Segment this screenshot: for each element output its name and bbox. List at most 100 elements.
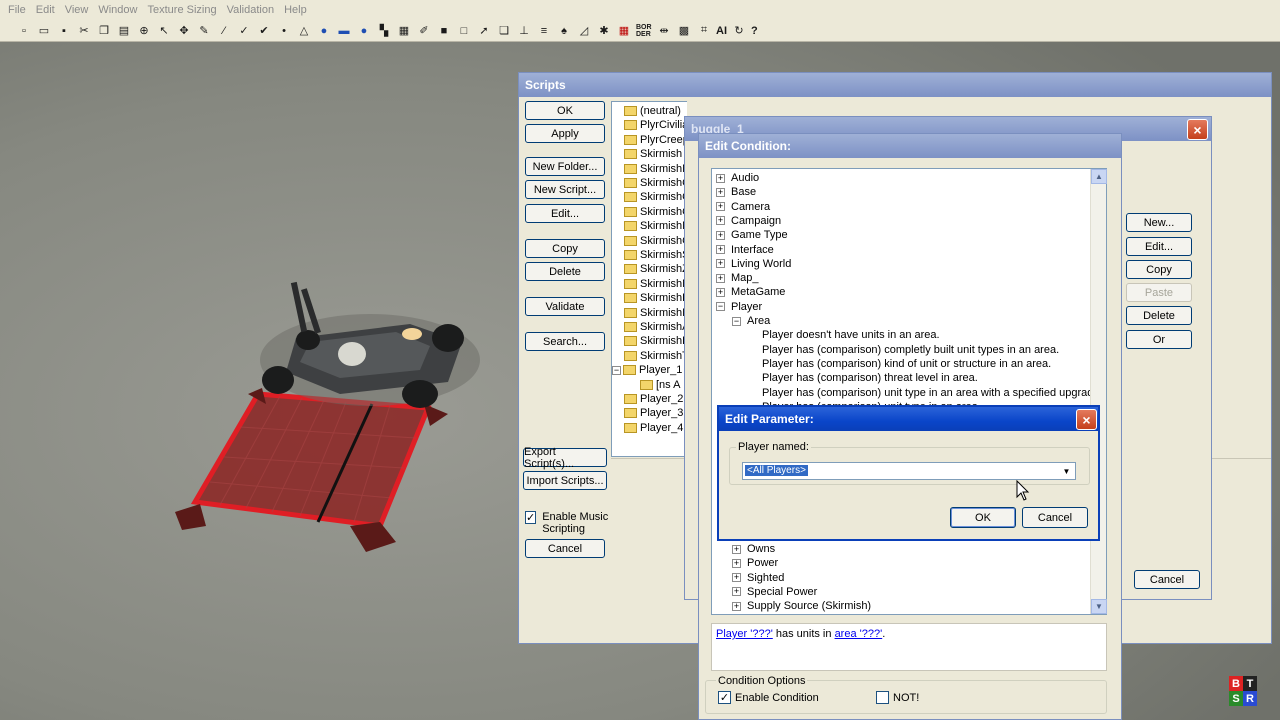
condition-item[interactable]: Player has (comparison) completly built … — [762, 343, 1059, 357]
folder-item[interactable]: Skirmish — [624, 147, 682, 161]
bridge-icon[interactable]: ▩ — [676, 23, 692, 39]
outline-icon[interactable]: □ — [456, 23, 472, 39]
new-icon[interactable]: ▫ — [16, 23, 32, 39]
menu-validation[interactable]: Validation — [227, 4, 275, 16]
scripts-cancel-button[interactable]: Cancel — [525, 539, 605, 558]
expand-icon[interactable]: + — [716, 273, 725, 283]
pages-icon[interactable]: ❏ — [496, 23, 512, 39]
condition-item[interactable]: Player doesn't have units in an area. — [762, 328, 940, 342]
tree-item[interactable]: + Power — [732, 556, 778, 570]
tree-item[interactable]: + Game Type — [716, 228, 788, 242]
tree-item[interactable]: + MetaGame — [716, 285, 785, 299]
folder-item[interactable]: PlyrCivilia — [624, 118, 687, 132]
ok-button[interactable]: OK — [525, 101, 605, 120]
folder-item[interactable]: SkirmishS — [624, 248, 687, 262]
star-icon[interactable]: ✱ — [596, 23, 612, 39]
folder-item[interactable]: SkirmishN — [624, 277, 687, 291]
collapse-icon[interactable]: − — [612, 365, 621, 375]
expand-icon[interactable]: + — [732, 587, 741, 597]
script-folder-tree[interactable]: (neutral) PlyrCivilia PlyrCreep Skirmish Ski… — [611, 101, 687, 457]
scroll-up-icon[interactable]: ▲ — [1091, 169, 1107, 184]
enable-condition-checkbox[interactable]: ✓ — [718, 691, 731, 704]
player-select[interactable]: <All Players> ▼ — [742, 462, 1076, 480]
condition-tree[interactable]: + Audio + Base + Camera + Campaign + Game Type + In… — [711, 168, 1107, 615]
pen-icon[interactable]: ✐ — [416, 23, 432, 39]
ai-icon[interactable]: AI — [716, 23, 727, 39]
check-icon[interactable]: ✓ — [236, 23, 252, 39]
folder-item[interactable]: Player_4 — [624, 421, 683, 435]
expand-icon[interactable]: + — [716, 287, 725, 297]
cancel-button[interactable]: Cancel — [1022, 507, 1088, 528]
paste-button[interactable]: Paste — [1126, 283, 1192, 302]
blob2-icon[interactable]: ● — [356, 23, 372, 39]
check2-icon[interactable]: ✔ — [256, 23, 272, 39]
paint-icon[interactable]: ✎ — [196, 23, 212, 39]
menu-texture-sizing[interactable]: Texture Sizing — [147, 4, 216, 16]
axis-icon[interactable]: ⊥ — [516, 23, 532, 39]
new-folder-button[interactable]: New Folder... — [525, 157, 605, 176]
not-checkbox[interactable] — [876, 691, 889, 704]
tree-item[interactable]: + Camera — [716, 200, 770, 214]
folder-item[interactable]: SkirmishC — [624, 176, 687, 190]
or-button[interactable]: Or — [1126, 330, 1192, 349]
ramp-icon[interactable]: ◿ — [576, 23, 592, 39]
folder-item[interactable]: [ns A — [640, 378, 680, 392]
tree-item[interactable]: + Campaign — [716, 214, 781, 228]
tree-item[interactable]: + Interface — [716, 243, 774, 257]
tree-item[interactable]: + Audio — [716, 171, 759, 185]
tree-item[interactable]: + Special Power — [732, 585, 817, 599]
copy-button[interactable]: Copy — [525, 239, 605, 258]
road-icon[interactable]: ▬ — [336, 23, 352, 39]
condition-item[interactable]: Player has (comparison) unit type in an … — [762, 386, 1103, 400]
split-icon[interactable]: ⇹ — [656, 23, 672, 39]
expand-icon[interactable]: + — [716, 230, 725, 240]
player-param-link[interactable]: Player '???' — [716, 628, 773, 640]
expand-icon[interactable]: + — [716, 187, 725, 197]
grid-icon[interactable]: ▦ — [396, 23, 412, 39]
arrow-icon[interactable]: ➚ — [476, 23, 492, 39]
area-param-link[interactable]: area '???' — [835, 628, 883, 640]
tree-item-area[interactable]: − Area — [732, 314, 770, 328]
expand-icon[interactable]: + — [732, 558, 741, 568]
folder-item[interactable]: SkirmishG — [624, 234, 687, 248]
folder-item[interactable]: SkirmishN — [624, 219, 687, 233]
zoom-icon[interactable]: ⊕ — [136, 23, 152, 39]
enable-music-checkbox[interactable]: ✓ — [525, 511, 537, 524]
copy-icon[interactable]: ❐ — [96, 23, 112, 39]
folder-item[interactable]: (neutral) — [624, 104, 681, 118]
copy-button-2[interactable]: Copy — [1126, 260, 1192, 279]
open-icon[interactable]: ▭ — [36, 23, 52, 39]
expand-icon[interactable]: + — [716, 259, 725, 269]
waypoint-icon[interactable]: ⌗ — [696, 23, 712, 39]
tree-item[interactable]: + Map_ — [716, 271, 759, 285]
menu-window[interactable]: Window — [98, 4, 137, 16]
select-icon[interactable]: ↖ — [156, 23, 172, 39]
expand-icon[interactable]: + — [716, 245, 725, 254]
folder-item[interactable]: SkirmishN — [624, 162, 687, 176]
new-script-button[interactable]: New Script... — [525, 180, 605, 199]
tree-item[interactable]: + Supply Source (Skirmish) — [732, 599, 871, 613]
menu-help[interactable]: Help — [284, 4, 307, 16]
tree-item[interactable]: + Base — [716, 185, 756, 199]
menu-view[interactable]: View — [65, 4, 89, 16]
edit-condition-titlebar[interactable]: Edit Condition: — [699, 134, 1121, 158]
dot-icon[interactable]: • — [276, 23, 292, 39]
enable-condition[interactable]: ✓ Enable Condition — [718, 691, 819, 704]
folder-item[interactable]: PlyrCreep — [624, 133, 687, 147]
condition-item[interactable]: Player has (comparison) kind of unit or … — [762, 357, 1051, 371]
expand-icon[interactable]: + — [732, 601, 741, 611]
chevron-down-icon[interactable]: ▼ — [1059, 464, 1074, 478]
close-icon[interactable]: × — [1187, 119, 1208, 140]
folder-item[interactable]: SkirmishB — [624, 291, 687, 305]
paste-icon[interactable]: ▤ — [116, 23, 132, 39]
pyramid-icon[interactable]: △ — [296, 23, 312, 39]
condition-item[interactable]: Player has (comparison) threat level in … — [762, 371, 978, 385]
folder-item[interactable]: Player_3 — [624, 406, 683, 420]
collapse-icon[interactable]: − — [716, 302, 725, 312]
menu-file[interactable]: File — [8, 4, 26, 16]
delete-button-2[interactable]: Delete — [1126, 306, 1192, 325]
folder-item[interactable]: SkirmishM — [624, 306, 687, 320]
expand-icon[interactable]: + — [716, 202, 725, 212]
scripts-titlebar[interactable]: Scripts — [519, 73, 1271, 97]
checker-icon[interactable]: ▚ — [376, 23, 392, 39]
